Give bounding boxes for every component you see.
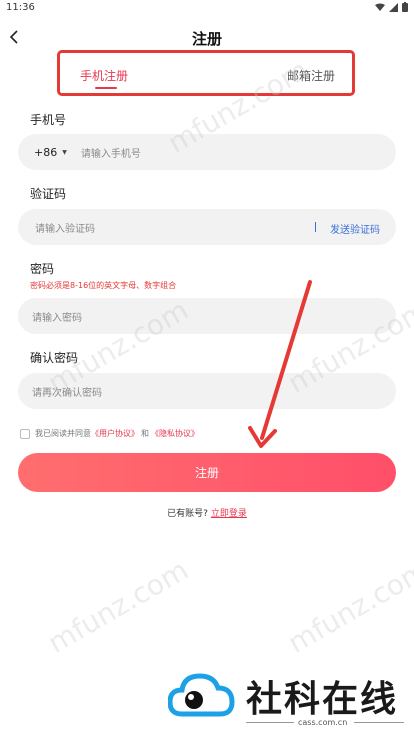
battery-icon (402, 2, 408, 12)
code-label: 验证码 (30, 187, 67, 201)
phone-input-placeholder: 请输入手机号 (80, 148, 141, 160)
country-code-selector[interactable]: +86 ▼ (34, 146, 67, 159)
phone-field[interactable]: +86 ▼ 请输入手机号 (18, 134, 396, 170)
code-field[interactable]: 请输入验证码 发送验证码 (18, 209, 396, 245)
active-tab-indicator (95, 87, 117, 89)
login-link[interactable]: 立即登录 (211, 509, 247, 519)
password-label: 密码 (30, 262, 55, 276)
brand-name: 社科在线 (246, 678, 399, 720)
confirm-password-field[interactable]: 请再次确认密码 (18, 373, 396, 409)
tab-phone-register[interactable]: 手机注册 (80, 67, 128, 84)
send-code-button[interactable]: 发送验证码 (330, 221, 380, 236)
privacy-agreement-link[interactable]: 《隐私协议》 (151, 428, 199, 439)
caret-down-icon: ▼ (62, 148, 67, 156)
wifi-icon (375, 3, 385, 11)
status-bar: 11:36 (0, 0, 414, 18)
divider (315, 222, 316, 232)
code-input-placeholder: 请输入验证码 (35, 223, 95, 235)
brand-logo: 社科在线 cass.com.cn (168, 664, 410, 734)
agreement-row: 我已阅读并同意 《用户协议》 和 《隐私协议》 (20, 428, 199, 439)
page-title: 注册 (191, 30, 222, 48)
agreement-and: 和 (141, 429, 149, 438)
register-button[interactable]: 注册 (18, 453, 396, 492)
password-field[interactable]: 请输入密码 (18, 298, 396, 334)
tab-email-register[interactable]: 邮箱注册 (287, 67, 335, 84)
header: 注册 (0, 22, 414, 52)
status-icons (375, 2, 408, 12)
cloud-eye-icon (168, 673, 235, 717)
divider (246, 722, 294, 723)
status-time: 11:36 (6, 2, 35, 13)
agreement-checkbox[interactable] (20, 428, 30, 439)
tab-bar: 手机注册 邮箱注册 (57, 50, 355, 96)
country-code-value: +86 (34, 145, 58, 159)
user-agreement-link[interactable]: 《用户协议》 (91, 428, 139, 439)
login-prompt: 已有账号? (167, 509, 208, 519)
confirm-password-input-placeholder: 请再次确认密码 (32, 387, 102, 399)
brand-domain: cass.com.cn (298, 718, 348, 727)
login-row: 已有账号? 立即登录 (0, 506, 414, 519)
signal-icon (389, 2, 398, 12)
agreement-prefix: 我已阅读并同意 (35, 429, 91, 438)
confirm-password-label: 确认密码 (30, 351, 79, 365)
divider (354, 722, 404, 723)
watermark: mfunz.com (42, 553, 194, 660)
watermark: mfunz.com (282, 553, 414, 660)
password-input-placeholder: 请输入密码 (32, 312, 82, 324)
password-hint: 密码必须是8-16位的英文字母、数字组合 (30, 281, 177, 290)
phone-label: 手机号 (30, 113, 67, 127)
